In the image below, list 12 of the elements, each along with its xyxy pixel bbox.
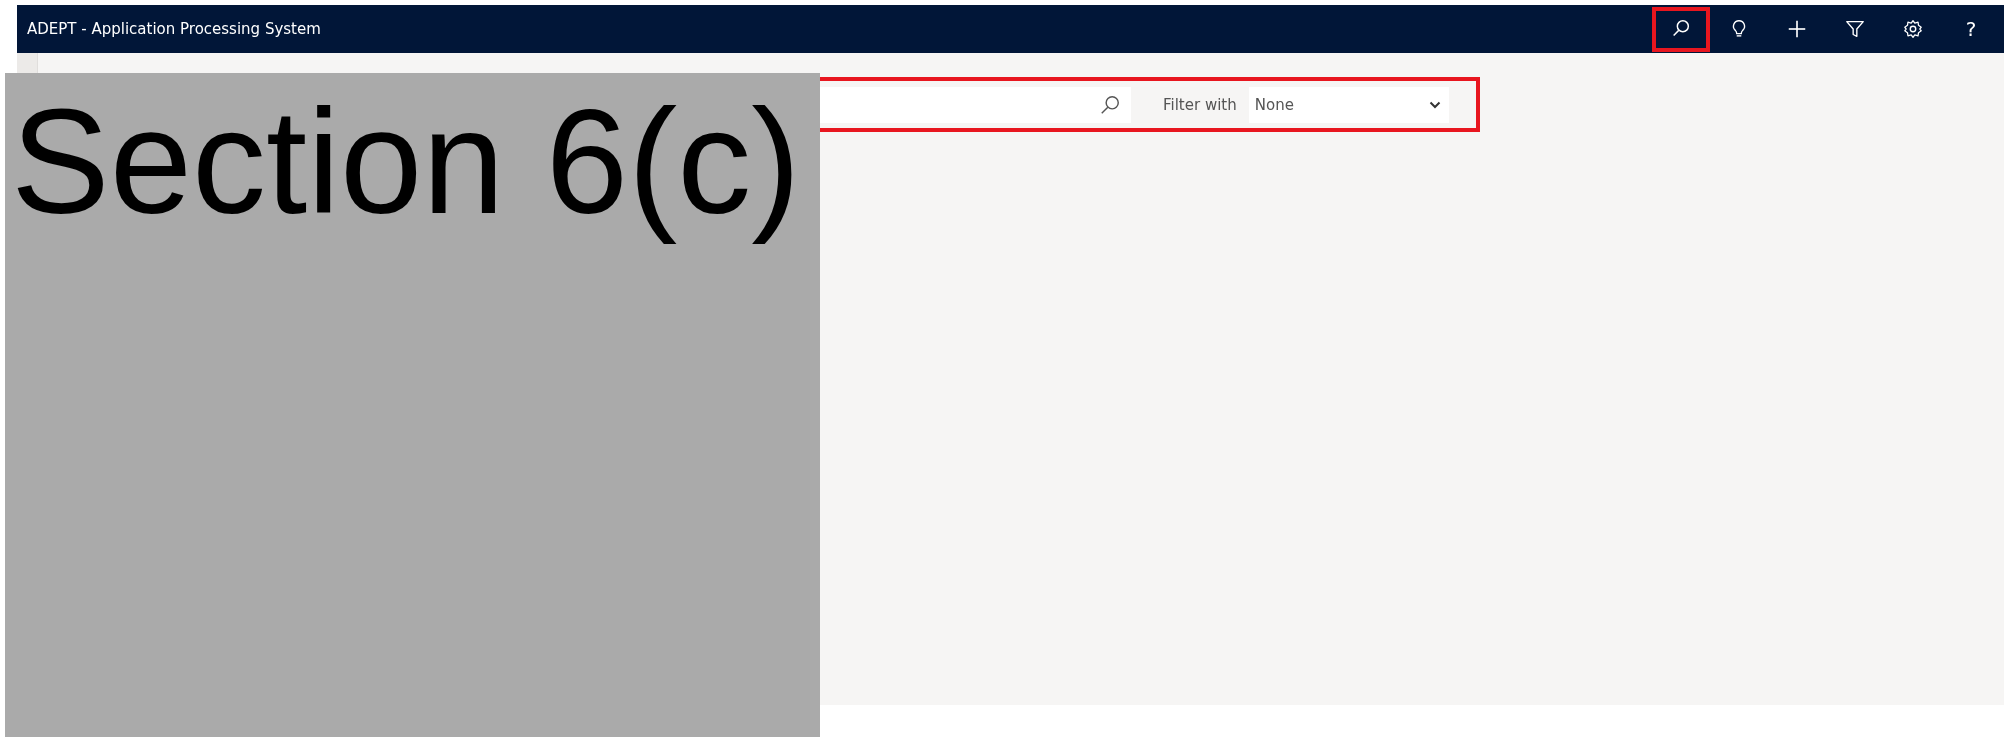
- redaction-label: Section 6(c): [10, 78, 801, 246]
- app-title: ADEPT - Application Processing System: [26, 20, 321, 38]
- search-field[interactable]: [820, 86, 1131, 123]
- search-icon: [1099, 93, 1121, 116]
- plus-icon: [1786, 18, 1808, 40]
- filter-label: Filter with: [1162, 95, 1237, 114]
- settings-icon: [1902, 18, 1924, 40]
- filter-icon: [1844, 18, 1866, 40]
- search-button[interactable]: [1652, 6, 1710, 52]
- chevron-down-icon: [1428, 100, 1441, 109]
- help-button[interactable]: ?: [1942, 6, 2000, 52]
- filter-dropdown[interactable]: None: [1248, 86, 1449, 123]
